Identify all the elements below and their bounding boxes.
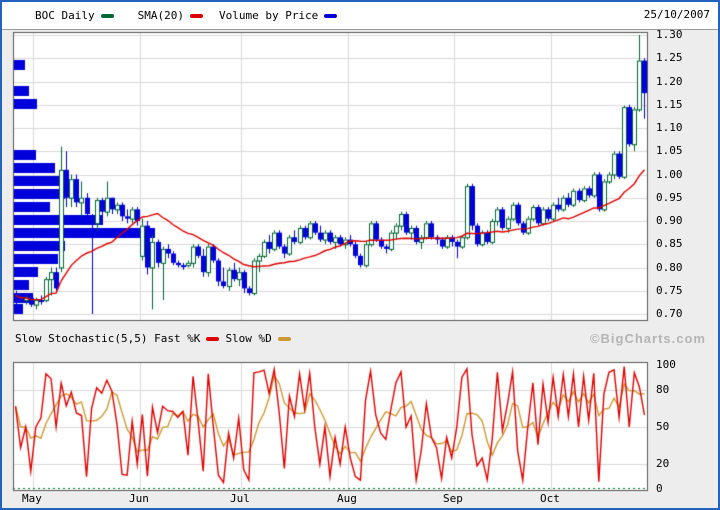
price-tick-label: 0.80 [656, 261, 683, 274]
stoch-tick-label: 0 [656, 482, 663, 495]
price-tick-label: 1.10 [656, 121, 683, 134]
price-tick-label: 1.30 [656, 28, 683, 41]
price-tick-label: 0.70 [656, 307, 683, 320]
month-label: Oct [540, 492, 560, 505]
price-tick-label: 1.15 [656, 98, 683, 111]
month-label: Jun [129, 492, 149, 505]
stoch-d-swatch-icon [278, 337, 291, 341]
stochastic-d-label: Slow %D [225, 332, 271, 345]
stoch-k-swatch-icon [206, 337, 219, 341]
stoch-tick-label: 50 [656, 420, 669, 433]
price-and-stochastic-chart-canvas [2, 2, 718, 508]
bigcharts-chart-frame: BOC Daily SMA(20) Volume by Price 25/10/… [0, 0, 720, 510]
price-tick-label: 1.20 [656, 75, 683, 88]
month-label: Jul [230, 492, 250, 505]
month-label: May [22, 492, 42, 505]
month-label: Aug [337, 492, 357, 505]
price-tick-label: 0.85 [656, 237, 683, 250]
stochastic-k-label: Slow Stochastic(5,5) Fast %K [15, 332, 200, 345]
price-tick-label: 1.25 [656, 51, 683, 64]
stochastic-legend: Slow Stochastic(5,5) Fast %K Slow %D [15, 332, 297, 345]
price-tick-label: 1.05 [656, 144, 683, 157]
stoch-tick-label: 20 [656, 457, 669, 470]
price-tick-label: 0.95 [656, 191, 683, 204]
bigcharts-watermark: ©BigCharts.com [590, 331, 706, 346]
price-tick-label: 1.00 [656, 168, 683, 181]
month-label: Sep [443, 492, 463, 505]
price-tick-label: 0.90 [656, 214, 683, 227]
stoch-tick-label: 80 [656, 383, 669, 396]
indicator-strip: Slow Stochastic(5,5) Fast %K Slow %D ©Bi… [2, 321, 718, 360]
price-tick-label: 0.75 [656, 284, 683, 297]
